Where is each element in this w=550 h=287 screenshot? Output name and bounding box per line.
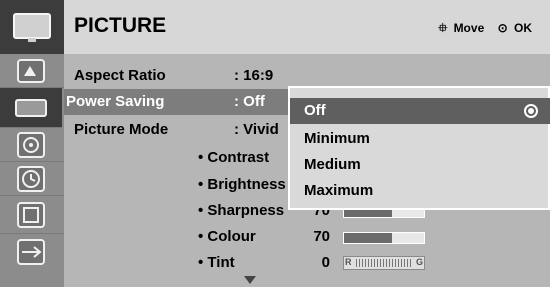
dropdown-option-off[interactable]: Off [290, 98, 550, 124]
option-label: Off [304, 102, 326, 119]
option-label: Minimum [304, 130, 370, 147]
row-label: • Tint [198, 254, 235, 271]
row-value: : Vivid [234, 121, 279, 138]
dropdown-option-maximum[interactable]: Maximum [290, 178, 550, 204]
tint-scale [356, 259, 412, 267]
dropdown-option-medium[interactable]: Medium [290, 152, 550, 178]
slider-fill [344, 233, 392, 243]
option-icon [17, 202, 45, 228]
dropdown-option-minimum[interactable]: Minimum [290, 126, 550, 152]
osd-menu: PICTURE ⯐ Move ⊙ OK Aspect Ratio : 16:9 … [0, 0, 550, 287]
tint-green-label: G [415, 257, 423, 267]
sidebar-item-option[interactable] [0, 196, 64, 234]
row-value: 0 [321, 254, 330, 271]
move-icon: ⯐ [438, 21, 448, 35]
row-value: 70 [313, 228, 330, 245]
sidebar-item-time[interactable] [0, 162, 64, 196]
power-saving-dropdown: Off Minimum Medium Maximum [288, 86, 550, 210]
move-label: Move [453, 21, 485, 35]
colour-slider[interactable] [343, 232, 425, 244]
audio-icon [17, 132, 45, 158]
picture-category-icon[interactable] [0, 0, 64, 54]
page-title: PICTURE [74, 14, 167, 37]
category-sidebar [0, 0, 64, 287]
sidebar-item-tv[interactable] [0, 88, 62, 128]
row-label: • Contrast [198, 149, 270, 166]
tint-slider[interactable]: R G [343, 256, 425, 270]
row-value: : 16:9 [234, 67, 274, 84]
row-label: Power Saving [66, 93, 165, 110]
sub-row-colour[interactable]: • Colour 70 [64, 224, 550, 250]
row-value: : Off [234, 93, 265, 110]
ok-label: OK [514, 21, 532, 35]
input-icon [17, 239, 45, 265]
tv-icon [15, 99, 47, 117]
menu-header: PICTURE ⯐ Move ⊙ OK [64, 0, 550, 54]
row-label: • Sharpness [198, 202, 285, 219]
row-label: • Brightness [198, 176, 286, 193]
row-label: Aspect Ratio [74, 67, 166, 84]
sidebar-item-picture[interactable] [0, 54, 64, 88]
option-label: Maximum [304, 182, 374, 199]
row-label: Picture Mode [74, 121, 169, 138]
ok-icon: ⊙ [497, 21, 508, 35]
row-label: • Colour [198, 228, 256, 245]
sub-row-tint[interactable]: • Tint 0 R G [64, 250, 550, 276]
radio-selected-icon [524, 104, 538, 118]
tint-red-label: R [345, 257, 352, 267]
sidebar-item-audio[interactable] [0, 128, 64, 162]
nav-hint: ⯐ Move ⊙ OK [435, 19, 532, 40]
option-label: Medium [304, 156, 361, 173]
time-icon [17, 166, 45, 192]
picture-icon [17, 59, 45, 83]
scroll-down-icon[interactable] [244, 276, 256, 284]
sidebar-item-input[interactable] [0, 234, 64, 287]
